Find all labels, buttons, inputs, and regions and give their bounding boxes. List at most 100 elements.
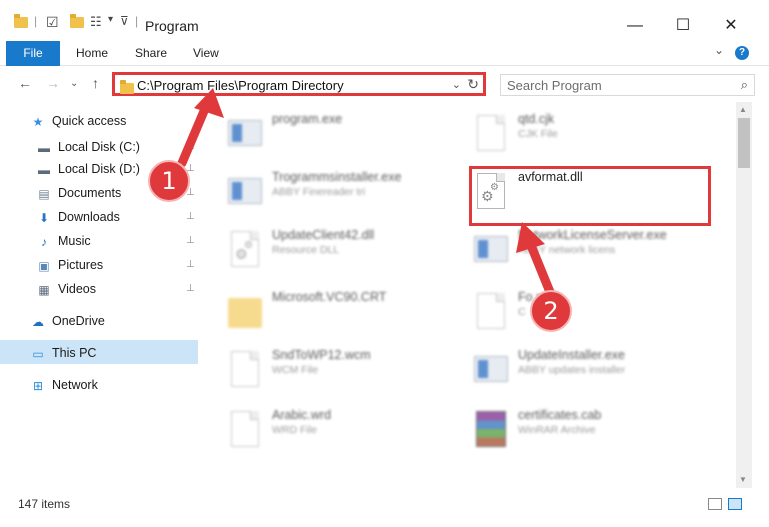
sidebar-item-local-disk-c[interactable]: ▬ Local Disk (C:) xyxy=(36,136,140,158)
file-item[interactable]: certificates.cab WinRAR Archive xyxy=(446,402,696,458)
sidebar-item-label: Local Disk (C:) xyxy=(58,140,140,154)
file-item[interactable]: SndToWP12.wcm WCM File xyxy=(200,342,450,398)
tab-share[interactable]: Share xyxy=(135,41,167,66)
address-bar[interactable]: C:\Program Files\Program Directory ⌄ ↻ xyxy=(112,72,486,96)
properties-icon[interactable]: ☑ xyxy=(46,14,59,31)
search-input[interactable]: Search Program xyxy=(507,78,602,93)
folder-icon xyxy=(14,14,28,28)
forward-button[interactable]: → xyxy=(46,75,60,91)
pin-icon[interactable]: ⊥ xyxy=(186,259,195,270)
documents-icon: ▤ xyxy=(38,186,50,201)
sidebar-item-label: Local Disk (D:) xyxy=(58,162,140,176)
quick-access-dropdown-icon[interactable]: ⊽ xyxy=(120,14,129,28)
navigation-bar: ← → ⌄ ↑ C:\Program Files\Program Directo… xyxy=(0,66,769,102)
sidebar-item-documents[interactable]: ▤ Documents xyxy=(36,182,121,204)
exe-file-icon xyxy=(474,348,508,390)
status-bar: 147 items xyxy=(0,488,769,520)
customize-toolbar-icon[interactable]: ☷ xyxy=(90,14,102,30)
document-icon xyxy=(474,290,508,332)
step-1-badge: 1 xyxy=(148,160,190,202)
document-icon xyxy=(228,348,262,390)
file-item[interactable]: Microsoft.VC90.CRT xyxy=(200,284,450,340)
file-item[interactable]: NetworkLicenseServer.exe ABBY network lic… xyxy=(446,222,696,278)
file-item[interactable]: Trogrammsinstaller.exe ABBY Finereader tr… xyxy=(200,164,450,220)
music-icon: ♪ xyxy=(41,234,47,249)
pin-icon[interactable]: ⊥ xyxy=(186,141,195,152)
sidebar-item-onedrive[interactable]: ☁ OneDrive xyxy=(30,310,105,332)
computer-icon: ▭ xyxy=(32,346,44,361)
sidebar-item-label: This PC xyxy=(52,346,97,360)
minimize-button[interactable]: — xyxy=(612,12,658,40)
cloud-icon: ☁ xyxy=(32,314,44,329)
sidebar-item-label: Quick access xyxy=(52,114,127,128)
sidebar-item-this-pc[interactable]: ▭ This PC xyxy=(30,342,96,364)
vertical-scrollbar[interactable]: ▲ ▼ xyxy=(736,102,752,488)
sidebar-item-music[interactable]: ♪ Music xyxy=(36,230,91,252)
sidebar-item-videos[interactable]: ▦ Videos xyxy=(36,278,96,300)
up-button[interactable]: ↑ xyxy=(92,75,99,91)
address-path[interactable]: C:\Program Files\Program Directory xyxy=(137,78,344,93)
tab-home[interactable]: Home xyxy=(76,41,108,66)
tab-file[interactable]: File xyxy=(6,41,60,66)
file-name: qtd.cjk xyxy=(518,112,555,126)
dll-file-icon: ⚙ ⚙ xyxy=(228,228,262,270)
recent-locations-button[interactable]: ⌄ xyxy=(70,78,78,89)
file-item[interactable]: qtd.cjk CJK File xyxy=(446,106,696,162)
address-dropdown-icon[interactable]: ⌄ xyxy=(452,78,461,91)
sidebar-item-pictures[interactable]: ▣ Pictures xyxy=(36,254,103,276)
expand-ribbon-icon[interactable]: ⌄ xyxy=(714,43,724,57)
file-name: SndToWP12.wcm xyxy=(272,348,371,362)
tab-view[interactable]: View xyxy=(193,41,219,66)
archive-icon xyxy=(474,408,508,450)
sidebar-item-network[interactable]: ⊞ Network xyxy=(30,374,98,396)
maximize-button[interactable]: ☐ xyxy=(660,12,706,40)
file-item[interactable]: Arabic.wrd WRD File xyxy=(200,402,450,458)
sidebar-item-label: Pictures xyxy=(58,258,104,272)
details-view-button[interactable] xyxy=(708,498,722,510)
scroll-down-icon[interactable]: ▼ xyxy=(739,475,747,484)
file-type: ABBY Finereader tri xyxy=(272,186,366,198)
file-name: UpdateInstaller.exe xyxy=(518,348,626,362)
sidebar-item-quick-access[interactable]: ★ Quick access xyxy=(30,110,127,132)
sidebar-item-downloads[interactable]: ⬇ Downloads xyxy=(36,206,120,228)
chevron-down-icon[interactable]: ▾ xyxy=(108,14,113,25)
help-icon[interactable]: ? xyxy=(735,46,749,60)
sidebar-item-label: OneDrive xyxy=(52,314,105,328)
sidebar-item-label: Downloads xyxy=(58,210,120,224)
file-name: Microsoft.VC90.CRT xyxy=(272,290,387,304)
drive-icon: ▬ xyxy=(38,162,50,177)
back-button[interactable]: ← xyxy=(18,75,32,91)
step-2-badge: 2 xyxy=(530,290,572,332)
document-icon xyxy=(474,112,508,154)
search-icon: ⌕ xyxy=(740,77,748,92)
separator: | xyxy=(135,14,139,28)
videos-icon: ▦ xyxy=(38,282,50,297)
sidebar-item-label: Network xyxy=(52,378,98,392)
sidebar-item-label: Documents xyxy=(58,186,122,200)
file-type: CJK File xyxy=(518,128,558,140)
sidebar-item-label: Videos xyxy=(58,282,96,296)
close-button[interactable]: ✕ xyxy=(708,12,754,40)
file-type: ABBY network licens xyxy=(518,244,616,256)
scroll-thumb[interactable] xyxy=(738,118,750,168)
pictures-icon: ▣ xyxy=(38,258,50,273)
refresh-icon[interactable]: ↻ xyxy=(467,76,479,93)
scroll-up-icon[interactable]: ▲ xyxy=(739,105,747,114)
search-box[interactable]: Search Program ⌕ xyxy=(500,74,755,96)
file-item[interactable]: UpdateInstaller.exe ABBY updates installe… xyxy=(446,342,696,398)
sidebar-item-label: Music xyxy=(58,234,91,248)
file-item[interactable]: ⚙ ⚙ UpdateClient42.dll Resource DLL xyxy=(200,222,450,278)
file-name: program.exe xyxy=(272,112,343,126)
sidebar-item-local-disk-d[interactable]: ▬ Local Disk (D:) xyxy=(36,158,140,180)
file-name: certificates.cab xyxy=(518,408,602,422)
file-item[interactable]: program.exe xyxy=(200,106,450,162)
folder-icon xyxy=(120,80,134,94)
file-type: C xyxy=(518,306,526,318)
new-folder-icon[interactable] xyxy=(70,14,84,28)
pin-icon[interactable]: ⊥ xyxy=(186,211,195,222)
pin-icon[interactable]: ⊥ xyxy=(186,283,195,294)
pin-icon[interactable]: ⊥ xyxy=(186,235,195,246)
separator: | xyxy=(34,14,38,28)
large-icons-view-button[interactable] xyxy=(728,498,742,510)
file-name: UpdateClient42.dll xyxy=(272,228,375,242)
